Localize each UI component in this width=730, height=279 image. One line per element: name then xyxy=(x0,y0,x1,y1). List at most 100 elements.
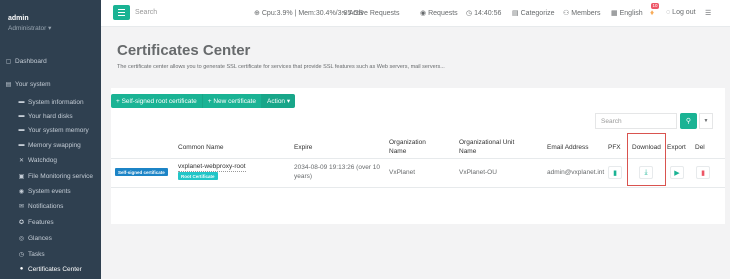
clock-display: ◷ 14:40:56 xyxy=(466,9,501,18)
cpu-icon: ⊕ xyxy=(254,10,260,17)
sidebar-item-system-events[interactable]: ◉ System events xyxy=(0,185,101,197)
notifications-bell-icon[interactable]: ♦ xyxy=(650,8,654,17)
expire-line: years) xyxy=(294,173,313,180)
file-monitor-icon: ▣ xyxy=(18,173,25,180)
sidebar-item-label: Watchdog xyxy=(28,156,58,164)
sidebar-item-label: Your system xyxy=(15,80,51,88)
user-role-dropdown[interactable]: Administrator ▾ xyxy=(8,24,51,32)
sidebar-item-memory-swapping[interactable]: ▬ Memory swapping xyxy=(0,139,101,151)
sidebar-item-label: Your system memory xyxy=(28,126,89,134)
search-icon: ⚲ xyxy=(685,118,692,125)
user-name: admin xyxy=(8,15,29,22)
download-column-highlight xyxy=(627,133,666,186)
certificate-common-name-link[interactable]: vxplanet-webproxy-root xyxy=(178,163,246,172)
pulse-icon: ∿ xyxy=(341,10,347,17)
column-header-organizational-unit[interactable]: Organizational Unit Name xyxy=(459,138,514,156)
logout-link[interactable]: ◌ Log out xyxy=(666,9,696,16)
language-selector[interactable]: ▦ English xyxy=(611,9,643,18)
logout-icon: ◌ xyxy=(666,9,671,16)
clock-icon: ◷ xyxy=(466,10,473,17)
logout-label: Log out xyxy=(672,9,696,16)
certificates-panel: + Self-signed root certificate + New cer… xyxy=(111,88,725,224)
sidebar-item-file-monitoring[interactable]: ▣ File Monitoring service xyxy=(0,170,101,182)
page-description: The certificate center allows you to gen… xyxy=(117,64,445,70)
column-header-expire[interactable]: Expire xyxy=(294,143,312,152)
requests-link[interactable]: ◉ Requests xyxy=(420,9,458,18)
sidebar-item-label: Memory swapping xyxy=(28,141,81,149)
trash-icon: ▮ xyxy=(701,169,705,177)
list-menu-icon: ☰ xyxy=(705,10,712,17)
page-title: Certificates Center xyxy=(117,42,251,59)
caret-down-icon: ▼ xyxy=(703,118,709,124)
disk-icon: ▬ xyxy=(18,113,25,119)
notification-count-badge: 10 xyxy=(651,3,660,9)
top-search-input[interactable]: Search xyxy=(135,9,157,16)
delete-button[interactable]: ▮ xyxy=(696,166,710,179)
info-icon: ▬ xyxy=(18,99,25,105)
column-header-email[interactable]: Email Address xyxy=(547,143,589,152)
hamburger-icon-line xyxy=(118,11,125,14)
active-requests-label: Active Requests xyxy=(348,9,400,17)
language-label: English xyxy=(619,9,643,17)
options-menu-button[interactable]: ☰ xyxy=(705,9,713,17)
sidebar-item-label: System events xyxy=(28,187,71,195)
categorize-icon: ▤ xyxy=(512,10,519,17)
action-dropdown-button[interactable]: Action ▾ xyxy=(261,94,296,108)
table-row-divider xyxy=(111,187,725,188)
sidebar-item-dashboard[interactable]: ▢ Dashboard xyxy=(0,55,101,67)
swap-icon: ▬ xyxy=(18,142,25,148)
header-line: Organization xyxy=(389,139,426,146)
certificate-expire-cell: 2034-08-09 19:13:26 (over 10 years) xyxy=(294,163,380,181)
email-cell: admin@vxplanet.int xyxy=(547,169,605,176)
features-icon: ✪ xyxy=(18,219,25,226)
hamburger-icon-line xyxy=(118,9,125,11)
new-certificate-button[interactable]: + New certificate xyxy=(202,94,262,108)
sidebar-item-label: Glances xyxy=(28,234,52,242)
export-button[interactable]: ▶ xyxy=(670,166,684,179)
categorize-link[interactable]: ▤ Categorize xyxy=(512,9,554,18)
sidebar-item-hard-disks[interactable]: ▬ Your hard disks xyxy=(0,110,101,122)
toolbar-button-group: + Self-signed root certificate + New cer… xyxy=(111,94,296,108)
search-options-dropdown[interactable]: ▼ xyxy=(699,113,713,129)
organizational-unit-cell: VxPlanet-OU xyxy=(459,169,497,176)
sidebar-item-label: Tasks xyxy=(28,250,45,258)
tasks-icon: ◷ xyxy=(18,251,25,258)
sidebar-item-notifications[interactable]: ✉ Notifications xyxy=(0,200,101,212)
column-header-organization-name[interactable]: Organization Name xyxy=(389,138,426,156)
user-profile[interactable]: admin Administrator ▾ xyxy=(8,15,51,32)
requests-label: Requests xyxy=(428,9,458,17)
sidebar-item-label: Notifications xyxy=(28,202,64,210)
sidebar-item-your-system[interactable]: ▤ Your system xyxy=(0,78,101,90)
certificate-type-badge: Self-signed certificate xyxy=(115,168,168,176)
pfx-button[interactable]: ▮ xyxy=(608,166,622,179)
sidebar-item-label: Certificates Center xyxy=(28,265,82,273)
sidebar-item-system-memory[interactable]: ▬ Your system memory xyxy=(0,124,101,136)
sidebar-item-system-information[interactable]: ▬ System information xyxy=(0,96,101,108)
sidebar-item-certificates-center[interactable]: ● Certificates Center xyxy=(0,263,101,275)
sidebar-item-features[interactable]: ✪ Features xyxy=(0,216,101,228)
system-icon: ▤ xyxy=(5,81,12,88)
sidebar-item-label: System information xyxy=(28,98,84,106)
certificates-icon: ● xyxy=(19,266,24,272)
menu-toggle-button[interactable] xyxy=(113,5,130,20)
active-requests-link[interactable]: ∿ Active Requests xyxy=(341,9,400,18)
memory-icon: ▬ xyxy=(18,127,25,133)
root-certificate-badge: Root Certificate xyxy=(178,172,218,180)
top-navbar: Search ⊕ Cpu:3.9% | Mem:30.4%/3.85 GB ∿ … xyxy=(101,0,730,27)
sidebar-item-watchdog[interactable]: ✕ Watchdog xyxy=(0,154,101,166)
column-header-common-name[interactable]: Common Name xyxy=(178,143,224,152)
language-icon: ▦ xyxy=(611,10,618,17)
column-header-pfx: PFX xyxy=(608,144,621,151)
members-label: Members xyxy=(571,9,601,17)
self-signed-root-certificate-button[interactable]: + Self-signed root certificate xyxy=(111,94,203,108)
expire-line: 2034-08-09 19:13:26 (over 10 xyxy=(294,164,381,171)
column-header-del: Del xyxy=(695,144,705,151)
table-search-button[interactable]: ⚲ xyxy=(680,113,697,129)
table-search-input[interactable]: Search xyxy=(595,113,677,129)
sidebar-item-label: Features xyxy=(28,218,54,226)
members-link[interactable]: ⚇ Members xyxy=(563,9,601,18)
sidebar-item-tasks[interactable]: ◷ Tasks xyxy=(0,248,101,260)
sidebar-item-glances[interactable]: ◎ Glances xyxy=(0,232,101,244)
organization-name-cell: VxPlanet xyxy=(389,169,416,176)
eye-icon: ◉ xyxy=(420,10,427,17)
